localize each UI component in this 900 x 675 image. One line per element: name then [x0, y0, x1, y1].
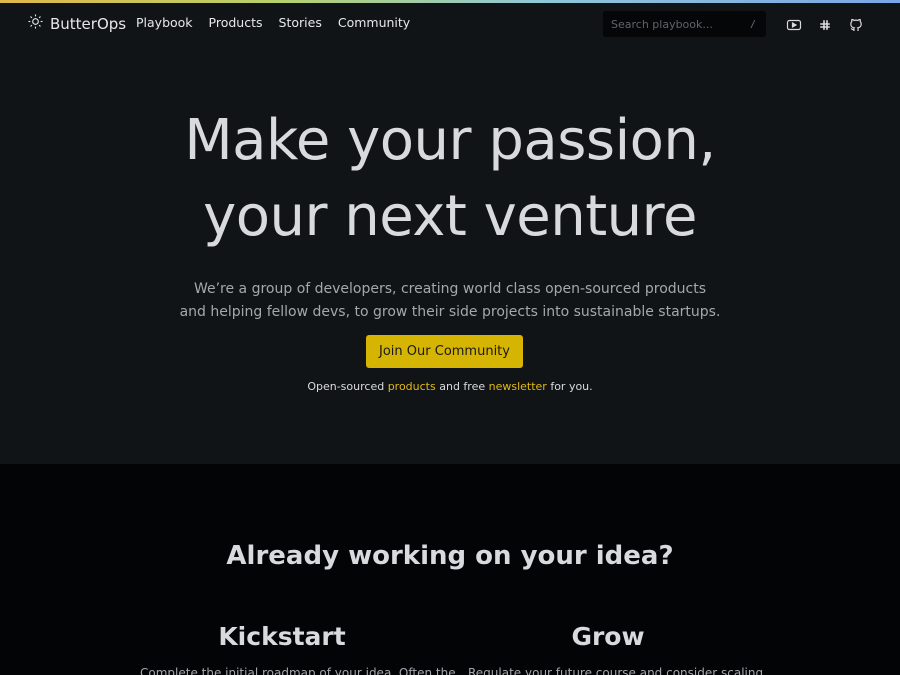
headline-line-1: Make your passion,: [184, 108, 716, 173]
search-input[interactable]: [611, 17, 731, 31]
join-community-button[interactable]: Join Our Community: [366, 335, 523, 368]
products-link[interactable]: products: [388, 380, 436, 393]
hero-subtext: We’re a group of developers, creating wo…: [0, 278, 900, 324]
nav-link-community[interactable]: Community: [338, 15, 410, 30]
search-box[interactable]: /: [603, 11, 766, 37]
nav-link-stories[interactable]: Stories: [279, 15, 322, 30]
youtube-icon[interactable]: [786, 17, 802, 33]
nav-link-products[interactable]: Products: [209, 15, 263, 30]
note-middle: and free: [435, 380, 489, 393]
github-icon[interactable]: [848, 17, 864, 33]
brand-name: ButterOps: [50, 14, 127, 33]
nav-links: Playbook Products Stories Community: [136, 15, 410, 30]
social-links: [786, 17, 864, 33]
headline-line-2: your next venture: [203, 184, 697, 249]
section-title: Already working on your idea?: [226, 541, 674, 571]
kickstart-text: Complete the initial roadmap of your ide…: [140, 666, 456, 675]
grow-text: Regulate your future course and consider…: [468, 666, 764, 675]
grow-title: Grow: [571, 622, 645, 651]
hero-note: Open-sourced products and free newslette…: [0, 380, 900, 393]
subtext-line-1: We’re a group of developers, creating wo…: [193, 281, 707, 297]
nav-link-playbook[interactable]: Playbook: [136, 15, 193, 30]
newsletter-link[interactable]: newsletter: [489, 380, 547, 393]
brand-logo[interactable]: ButterOps: [28, 14, 126, 33]
sun-icon: [28, 14, 43, 33]
note-suffix: for you.: [546, 380, 593, 393]
subtext-line-2: and helping fellow devs, to grow their s…: [179, 304, 721, 320]
kickstart-title: Kickstart: [218, 622, 346, 651]
search-shortcut-hint: /: [749, 18, 756, 30]
top-nav: ButterOps Playbook Products Stories Comm…: [0, 3, 900, 45]
hero-headline: Make your passion, your next venture: [0, 103, 900, 255]
note-prefix: Open-sourced: [307, 380, 388, 393]
slack-icon[interactable]: [817, 17, 833, 33]
